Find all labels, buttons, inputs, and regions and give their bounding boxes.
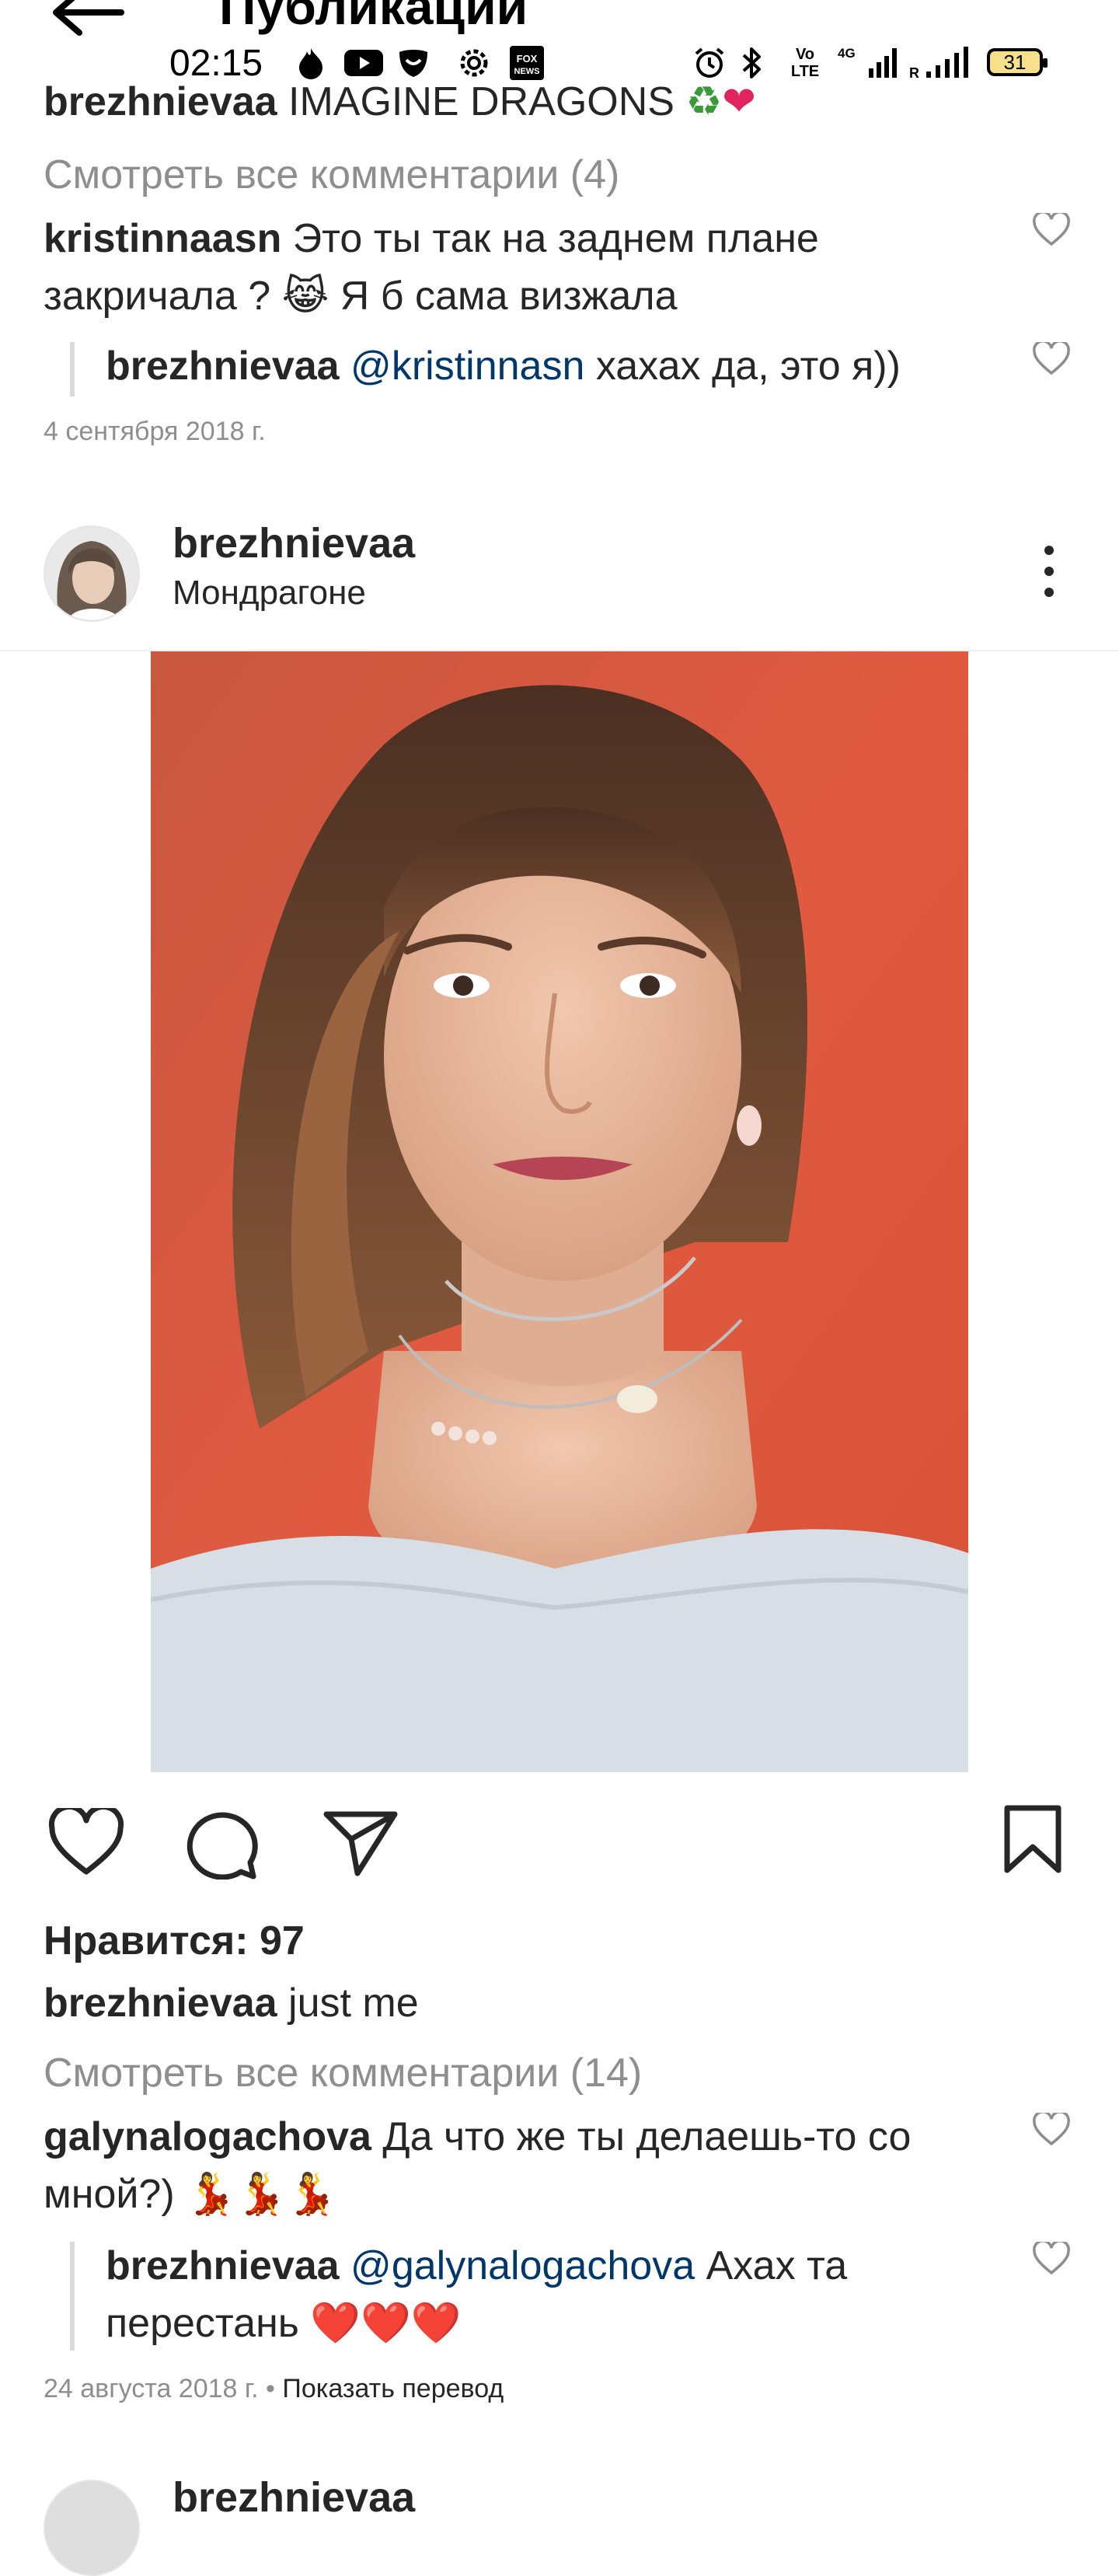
reply-mention[interactable]: @galynalogachova — [350, 2243, 695, 2288]
post-location[interactable]: Мондрагоне — [173, 574, 366, 613]
comment-username[interactable]: galynalogachova — [44, 2114, 371, 2159]
shield-icon — [396, 45, 431, 81]
reply-thread-line — [70, 342, 75, 396]
separator-dot: • — [266, 2374, 275, 2403]
more-options-icon[interactable] — [1034, 543, 1065, 600]
signal-icon: R — [908, 45, 976, 81]
bookmark-save-icon[interactable] — [1002, 1805, 1063, 1873]
show-translation-link[interactable]: Показать перевод — [282, 2374, 504, 2403]
bluetooth-icon — [738, 45, 766, 81]
likes-count[interactable]: Нравится: 97 — [44, 1912, 305, 1970]
post-date: 4 сентября 2018 г. — [44, 417, 266, 446]
post-caption: brezhnievaa just me — [44, 1974, 1054, 2032]
comment-like-heart-icon[interactable] — [1032, 213, 1071, 247]
avatar[interactable] — [44, 2480, 140, 2576]
volte-icon: Vo LTE — [790, 46, 820, 80]
share-send-icon[interactable] — [323, 1808, 398, 1876]
caption-text: IMAGINE DRAGONS — [288, 79, 675, 124]
battery-icon: 31 — [987, 48, 1048, 76]
reply-username[interactable]: brezhnievaa — [106, 2243, 340, 2288]
avatar[interactable] — [44, 525, 140, 622]
post-username[interactable]: brezhnievaa — [173, 519, 415, 567]
post-date: 24 августа 2018 г. — [44, 2374, 259, 2403]
reply-comment: brezhnievaa @kristinnasn хахах да, это я… — [106, 337, 1007, 395]
reply-text: хахах да, это я)) — [595, 344, 901, 389]
settings-icon — [455, 45, 493, 81]
alarm-icon — [692, 45, 727, 81]
comment-like-heart-icon[interactable] — [1032, 2113, 1071, 2147]
view-all-comments-link[interactable]: Смотреть все комментарии (4) — [44, 146, 619, 204]
like-heart-icon[interactable] — [48, 1808, 124, 1876]
signal-icon: 4G — [838, 45, 905, 81]
post-username[interactable]: brezhnievaa — [173, 2473, 415, 2522]
caption-username[interactable]: brezhnievaa — [44, 1981, 277, 2026]
recycle-emoji-icon: ♻ — [685, 79, 723, 124]
back-arrow-icon[interactable] — [48, 0, 126, 44]
comment-bubble-icon[interactable] — [183, 1808, 260, 1880]
reply-mention[interactable]: @kristinnasn — [350, 344, 584, 389]
post-photo[interactable] — [151, 651, 968, 1772]
comment-username[interactable]: kristinnaasn — [44, 216, 281, 261]
comment: kristinnaasn Это ты так на заднем плане … — [44, 210, 1007, 325]
reply-like-heart-icon[interactable] — [1032, 342, 1071, 376]
page-title: Публикации — [219, 0, 528, 35]
flame-icon — [295, 45, 326, 81]
svg-text:NEWS: NEWS — [514, 67, 540, 76]
reply-comment: brezhnievaa @galynalogachova Ахах та пер… — [106, 2237, 1007, 2352]
caption-text: just me — [288, 1981, 419, 2026]
reply-thread-line — [70, 2242, 75, 2351]
fox-news-icon: FOX NEWS — [508, 45, 546, 81]
comment: galynalogachova Да что же ты делаешь-то … — [44, 2108, 1007, 2223]
post-footer: 24 августа 2018 г. • Показать перевод — [44, 2374, 504, 2404]
reply-like-heart-icon[interactable] — [1032, 2242, 1071, 2276]
youtube-icon — [342, 45, 385, 81]
view-all-comments-link[interactable]: Смотреть все комментарии (14) — [44, 2044, 642, 2102]
caption-username[interactable]: brezhnievaa — [44, 79, 277, 124]
heart-emoji-icon: ❤ — [722, 79, 756, 124]
svg-text:FOX: FOX — [517, 53, 538, 65]
reply-username[interactable]: brezhnievaa — [106, 344, 340, 389]
svg-text:4G: 4G — [838, 46, 856, 61]
prev-caption: brezhnievaa IMAGINE DRAGONS ♻❤ — [44, 78, 1054, 126]
